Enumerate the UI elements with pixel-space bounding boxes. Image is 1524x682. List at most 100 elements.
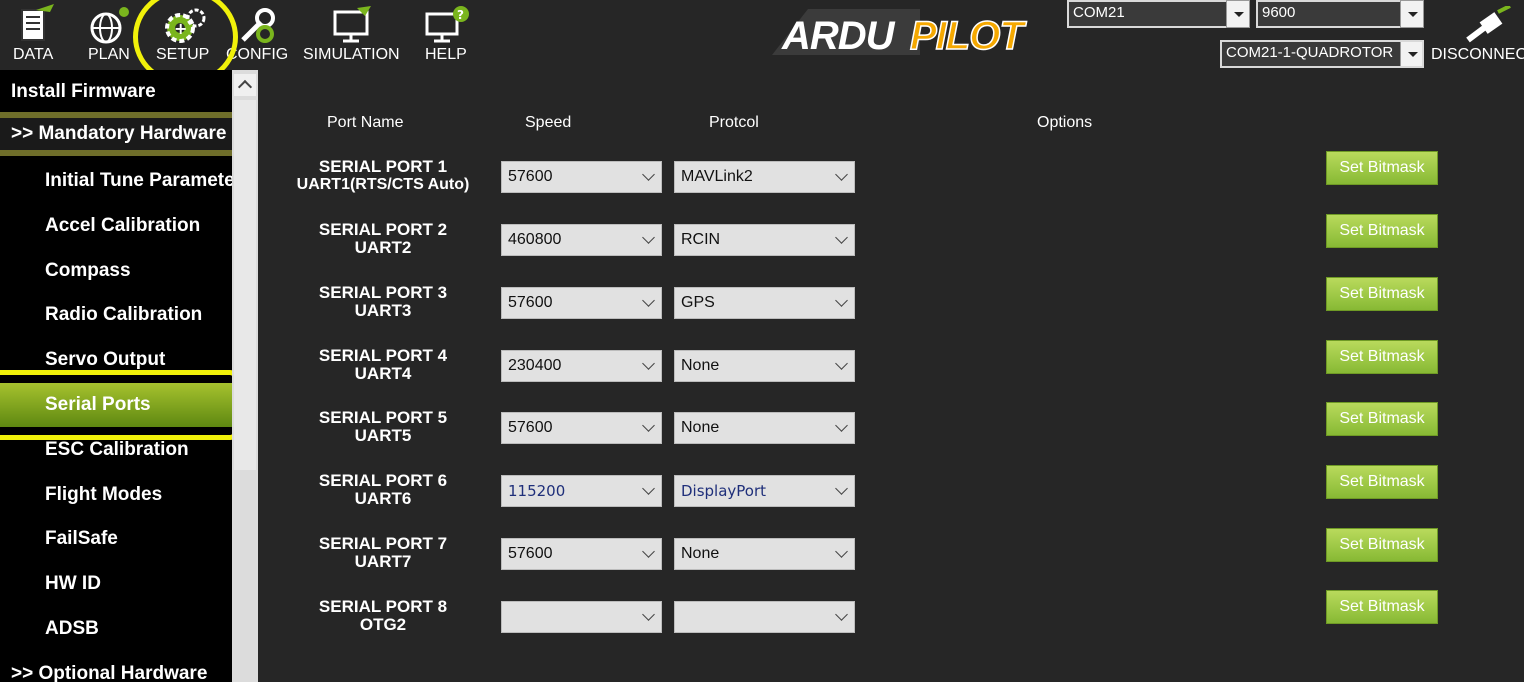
scroll-up-icon[interactable] [234, 74, 256, 96]
sidebar-section-mandatory-hardware[interactable]: >> Mandatory Hardware [0, 112, 232, 156]
setup-button[interactable]: + SETUP [148, 0, 218, 70]
port-name: SERIAL PORT 7 UART7 [318, 534, 448, 571]
sidebar-item-accel-calibration[interactable]: Accel Calibration [0, 204, 232, 248]
chevron-down-icon [1226, 0, 1250, 28]
scroll-thumb[interactable] [234, 100, 256, 470]
port-name: SERIAL PORT 5 UART5 [318, 408, 448, 445]
chevron-down-icon [642, 545, 655, 558]
header-protocol: Protcol [709, 114, 759, 131]
speed-select[interactable]: 57600 [501, 287, 662, 319]
baud-select[interactable]: 9600 [1256, 0, 1424, 28]
link-select[interactable]: COM21-1-QUADROTOR [1220, 40, 1424, 68]
header-port-name: Port Name [327, 114, 404, 131]
plan-button[interactable]: PLAN [78, 0, 140, 70]
sidebar-item-serial-ports[interactable]: Serial Ports [0, 383, 232, 427]
protocol-select[interactable]: RCIN [674, 224, 855, 256]
header-options: Options [1037, 114, 1093, 131]
speed-select[interactable]: 57600 [501, 412, 662, 444]
help-icon: ? [425, 6, 469, 43]
sidebar-item-servo-output[interactable]: Servo Output [0, 338, 232, 382]
serial-ports-panel: Port Name Speed Protcol Options SERIAL P… [258, 70, 1524, 682]
svg-text:PILOT: PILOT [910, 14, 1027, 57]
protocol-select[interactable]: MAVLink2 [674, 161, 855, 193]
sidebar-item-adsb[interactable]: ADSB [0, 607, 232, 651]
chevron-down-icon [835, 482, 848, 495]
chevron-down-icon [642, 357, 655, 370]
chevron-down-icon [835, 231, 848, 244]
svg-text:+: + [174, 19, 187, 38]
set-bitmask-button[interactable]: Set Bitmask [1326, 402, 1438, 436]
sidebar-section-optional-hardware[interactable]: >> Optional Hardware [0, 652, 232, 682]
globe-icon [90, 7, 129, 44]
wrench-icon [241, 8, 275, 43]
set-bitmask-button[interactable]: Set Bitmask [1326, 340, 1438, 374]
sidebar-item-flight-modes[interactable]: Flight Modes [0, 473, 232, 517]
ardupilot-logo: ARDU PILOT [772, 9, 1029, 57]
setup-label: SETUP [156, 46, 210, 63]
gear-icon: + [165, 8, 206, 43]
chevron-down-icon [642, 419, 655, 432]
chevron-down-icon [642, 482, 655, 495]
speed-select[interactable]: 115200 [501, 475, 662, 507]
protocol-select[interactable]: None [674, 412, 855, 444]
set-bitmask-button[interactable]: Set Bitmask [1326, 151, 1438, 185]
plug-icon [1466, 6, 1511, 43]
chevron-down-icon [835, 608, 848, 621]
chevron-down-icon [835, 357, 848, 370]
speed-select[interactable]: 460800 [501, 224, 662, 256]
speed-select[interactable]: 230400 [501, 350, 662, 382]
set-bitmask-button[interactable]: Set Bitmask [1326, 465, 1438, 499]
disconnect-button[interactable]: DISCONNECT [1428, 0, 1524, 70]
sidebar-item-radio-calibration[interactable]: Radio Calibration [0, 293, 232, 337]
data-label: DATA [13, 46, 54, 63]
port-name: SERIAL PORT 4 UART4 [318, 346, 448, 383]
svg-text:?: ? [457, 8, 464, 22]
config-button[interactable]: CONFIG [222, 0, 290, 70]
sidebar-item-initial-tune-parameters[interactable]: Initial Tune Parameters [0, 159, 232, 203]
chevron-down-icon [642, 294, 655, 307]
chevron-down-icon [835, 294, 848, 307]
set-bitmask-button[interactable]: Set Bitmask [1326, 590, 1438, 624]
speed-select[interactable]: 57600 [501, 161, 662, 193]
data-icon [21, 4, 54, 41]
help-button[interactable]: ? HELP [414, 0, 478, 70]
simulation-button[interactable]: SIMULATION [298, 0, 406, 70]
speed-select[interactable]: 57600 [501, 538, 662, 570]
sidebar-item-install-firmware[interactable]: Install Firmware [0, 70, 232, 114]
port-name: SERIAL PORT 6 UART6 [318, 471, 448, 508]
speed-select[interactable] [501, 601, 662, 633]
top-toolbar: DATA PLAN + SETUP CONFIG SIMULATION ? HE… [0, 0, 1524, 86]
svg-text:ARDU: ARDU [781, 14, 896, 57]
chevron-down-icon [835, 419, 848, 432]
protocol-select[interactable]: GPS [674, 287, 855, 319]
sidebar-item-hw-id[interactable]: HW ID [0, 562, 232, 606]
sidebar-item-failsafe[interactable]: FailSafe [0, 517, 232, 561]
protocol-select[interactable]: None [674, 350, 855, 382]
plan-label: PLAN [88, 46, 130, 63]
port-name: SERIAL PORT 1 UART1(RTS/CTS Auto) [296, 157, 470, 194]
chevron-down-icon [642, 168, 655, 181]
setup-sidebar: Install Firmware >> Mandatory Hardware I… [0, 70, 232, 682]
protocol-select[interactable]: None [674, 538, 855, 570]
header-speed: Speed [525, 114, 572, 131]
chevron-down-icon [642, 231, 655, 244]
set-bitmask-button[interactable]: Set Bitmask [1326, 528, 1438, 562]
disconnect-label: DISCONNECT [1431, 46, 1524, 63]
port-select[interactable]: COM21 [1067, 0, 1250, 28]
protocol-select[interactable]: DisplayPort [674, 475, 855, 507]
data-button[interactable]: DATA [0, 0, 70, 70]
set-bitmask-button[interactable]: Set Bitmask [1326, 214, 1438, 248]
set-bitmask-button[interactable]: Set Bitmask [1326, 277, 1438, 311]
chevron-down-icon [1400, 42, 1422, 66]
port-name: SERIAL PORT 3 UART3 [318, 283, 448, 320]
sidebar-scrollbar[interactable] [232, 70, 258, 682]
port-name: SERIAL PORT 2 UART2 [318, 220, 448, 257]
protocol-select[interactable] [674, 601, 855, 633]
help-label: HELP [425, 46, 467, 63]
chevron-down-icon [1400, 0, 1424, 28]
chevron-down-icon [835, 545, 848, 558]
simulation-label: SIMULATION [303, 46, 400, 63]
sidebar-item-esc-calibration[interactable]: ESC Calibration [0, 428, 232, 472]
port-name: SERIAL PORT 8 OTG2 [318, 597, 448, 634]
sidebar-item-compass[interactable]: Compass [0, 249, 232, 293]
